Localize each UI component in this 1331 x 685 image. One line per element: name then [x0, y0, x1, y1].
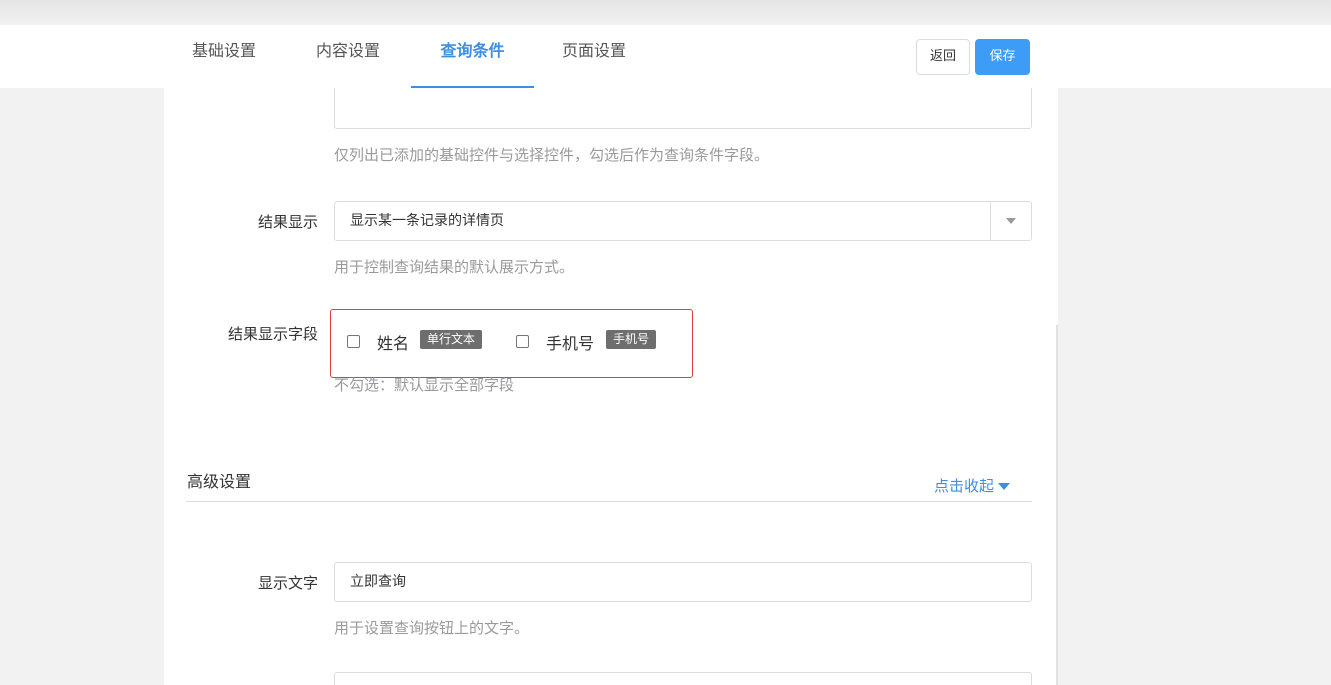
caret-down-icon	[998, 483, 1011, 490]
chevron-down-icon[interactable]	[990, 202, 1031, 240]
display-text-input[interactable]: 立即查询	[334, 562, 1032, 602]
result-display-select[interactable]: 显示某一条记录的详情页	[334, 201, 1032, 241]
result-display-value: 显示某一条记录的详情页	[350, 213, 504, 229]
back-button[interactable]: 返回	[916, 39, 970, 75]
collapse-label: 点击收起	[934, 477, 995, 495]
query-fields-input[interactable]	[334, 88, 1032, 129]
tab-basic-settings[interactable]: 基础设置	[192, 25, 256, 88]
section-divider	[186, 501, 1032, 502]
next-field-input[interactable]	[334, 672, 1032, 685]
tab-content-settings[interactable]: 内容设置	[316, 25, 380, 88]
field-type-tag: 单行文本	[420, 330, 483, 349]
checkbox-field-phone[interactable]	[516, 335, 529, 348]
field-type-tag: 手机号	[606, 330, 657, 349]
result-fields-hint: 不勾选：默认显示全部字段	[334, 376, 515, 394]
tab-page-settings[interactable]: 页面设置	[562, 25, 626, 88]
result-display-label: 结果显示	[257, 213, 318, 231]
save-button[interactable]: 保存	[975, 39, 1030, 75]
display-text-value: 立即查询	[350, 574, 406, 590]
result-fields-label: 结果显示字段	[227, 325, 318, 343]
query-fields-hint: 仅列出已添加的基础控件与选择控件，勾选后作为查询条件字段。	[334, 146, 770, 164]
result-display-hint: 用于控制查询结果的默认展示方式。	[334, 258, 575, 276]
display-text-label: 显示文字	[257, 574, 318, 592]
collapse-toggle[interactable]: 点击收起	[934, 475, 1011, 496]
settings-header: 基础设置 内容设置 查询条件 页面设置 返回 保存	[0, 25, 1331, 88]
top-shadow	[0, 0, 1331, 25]
scrollbar-track[interactable]	[1056, 325, 1058, 685]
advanced-settings-title: 高级设置	[187, 472, 252, 491]
field-label-name: 姓名	[377, 334, 410, 353]
display-text-hint: 用于设置查询按钮上的文字。	[334, 619, 530, 637]
checkbox-field-name[interactable]	[347, 335, 360, 348]
tab-query-conditions[interactable]: 查询条件	[411, 25, 534, 88]
field-label-phone: 手机号	[546, 334, 595, 353]
